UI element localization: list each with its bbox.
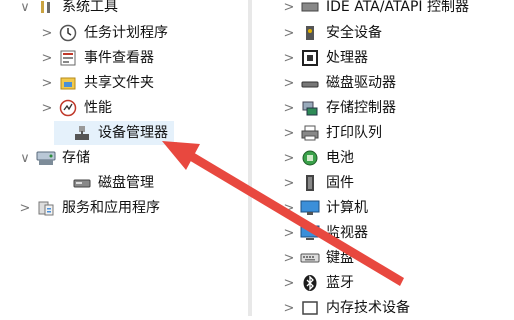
chevron-right-icon[interactable]: > [282,221,296,245]
firmware-icon [300,173,320,193]
processor-icon [300,48,320,68]
performance-icon [58,98,78,118]
storage-controller-icon [300,98,320,118]
tree-node-task-scheduler[interactable]: > 任务计划程序 [40,21,168,45]
shared-folder-icon [58,73,78,93]
tree-node-disk-management[interactable]: 磁盘管理 [54,171,154,195]
storage-icon [36,148,56,168]
device-category-label: 键盘 [326,250,354,266]
computer-icon [300,198,320,218]
keyboard-icon [300,248,320,268]
tree-node-performance[interactable]: > 性能 [40,96,112,120]
chevron-right-icon[interactable]: > [282,171,296,195]
chevron-down-icon[interactable]: ∨ [18,0,32,19]
chevron-right-icon[interactable]: > [282,0,296,19]
chevron-down-icon[interactable]: ∨ [18,146,32,170]
device-category-batteries[interactable]: > 电池 [282,146,354,170]
device-category-label: 内存技术设备 [326,300,410,316]
event-viewer-icon [58,48,78,68]
chevron-right-icon[interactable]: > [282,121,296,145]
device-category-storage-controllers[interactable]: > 存储控制器 [282,96,396,120]
device-category-firmware[interactable]: > 固件 [282,171,354,195]
device-category-label: 固件 [326,175,354,191]
device-category-security[interactable]: > 安全设备 [282,21,382,45]
device-category-label: 磁盘驱动器 [326,75,396,91]
tree-node-label: 事件查看器 [84,50,154,66]
disk-management-icon [72,173,92,193]
device-category-label: 电池 [326,150,354,166]
monitor-icon [300,223,320,243]
device-category-label: 处理器 [326,50,368,66]
device-category-label: 打印队列 [326,125,382,141]
disk-drive-icon [300,73,320,93]
tools-icon [36,0,56,17]
chevron-right-icon[interactable]: > [282,271,296,295]
device-category-label: 存储控制器 [326,100,396,116]
device-category-label: 计算机 [326,200,368,216]
battery-icon [300,148,320,168]
tree-node-label: 任务计划程序 [84,25,168,41]
device-manager-icon [72,123,92,143]
chevron-right-icon[interactable]: > [18,196,32,220]
tree-node-label: 存储 [62,150,90,166]
ide-controller-icon [300,0,320,17]
device-category-label: 安全设备 [326,25,382,41]
chevron-right-icon[interactable]: > [282,296,296,320]
tree-node-event-viewer[interactable]: > 事件查看器 [40,46,154,70]
device-category-print-queues[interactable]: > 打印队列 [282,121,382,145]
chevron-right-icon[interactable]: > [282,246,296,270]
chevron-right-icon[interactable]: > [282,21,296,45]
tree-node-storage[interactable]: ∨ 存储 [18,146,90,170]
device-category-label: 监视器 [326,225,368,241]
chevron-right-icon[interactable]: > [282,96,296,120]
services-icon [36,198,56,218]
tree-node-label: 设备管理器 [98,125,168,141]
device-category-ide[interactable]: > IDE ATA/ATAPI 控制器 [282,0,469,19]
device-list-pane: > IDE ATA/ATAPI 控制器 > 安全设备 > 处理器 > 磁盘驱动器… [254,0,514,316]
chevron-right-icon[interactable]: > [40,96,54,120]
tree-node-device-manager[interactable]: 设备管理器 [54,121,174,145]
printer-icon [300,123,320,143]
device-category-monitors[interactable]: > 监视器 [282,221,368,245]
security-device-icon [300,23,320,43]
chevron-right-icon[interactable]: > [282,146,296,170]
tree-node-label: 共享文件夹 [84,75,154,91]
device-category-keyboards[interactable]: > 键盘 [282,246,354,270]
chevron-right-icon[interactable]: > [40,71,54,95]
tree-node-label: 系统工具 [62,0,118,15]
chevron-right-icon[interactable]: > [282,71,296,95]
device-category-computer[interactable]: > 计算机 [282,196,368,220]
tree-node-label: 性能 [84,100,112,116]
tree-node-label: 磁盘管理 [98,175,154,191]
bluetooth-icon [300,273,320,293]
device-category-processor[interactable]: > 处理器 [282,46,368,70]
chevron-right-icon[interactable]: > [282,46,296,70]
tree-node-system-tools[interactable]: ∨ 系统工具 [18,0,118,19]
device-category-label: IDE ATA/ATAPI 控制器 [326,0,470,15]
chevron-right-icon[interactable]: > [282,196,296,220]
device-category-disk-drives[interactable]: > 磁盘驱动器 [282,71,396,95]
console-tree-pane: ∨ 系统工具 > 任务计划程序 > 事件查看器 > 共享文件夹 > 性能 设备管… [0,0,250,316]
tree-node-label: 服务和应用程序 [62,200,160,216]
device-category-memory-technology[interactable]: > 内存技术设备 [282,296,410,320]
memory-device-icon [300,298,320,318]
pane-splitter[interactable] [248,0,252,316]
tree-node-shared-folders[interactable]: > 共享文件夹 [40,71,154,95]
chevron-right-icon[interactable]: > [40,21,54,45]
clock-icon [58,23,78,43]
device-category-label: 蓝牙 [326,275,354,291]
chevron-right-icon[interactable]: > [40,46,54,70]
tree-node-services-and-applications[interactable]: > 服务和应用程序 [18,196,160,220]
device-category-bluetooth[interactable]: > 蓝牙 [282,271,354,295]
